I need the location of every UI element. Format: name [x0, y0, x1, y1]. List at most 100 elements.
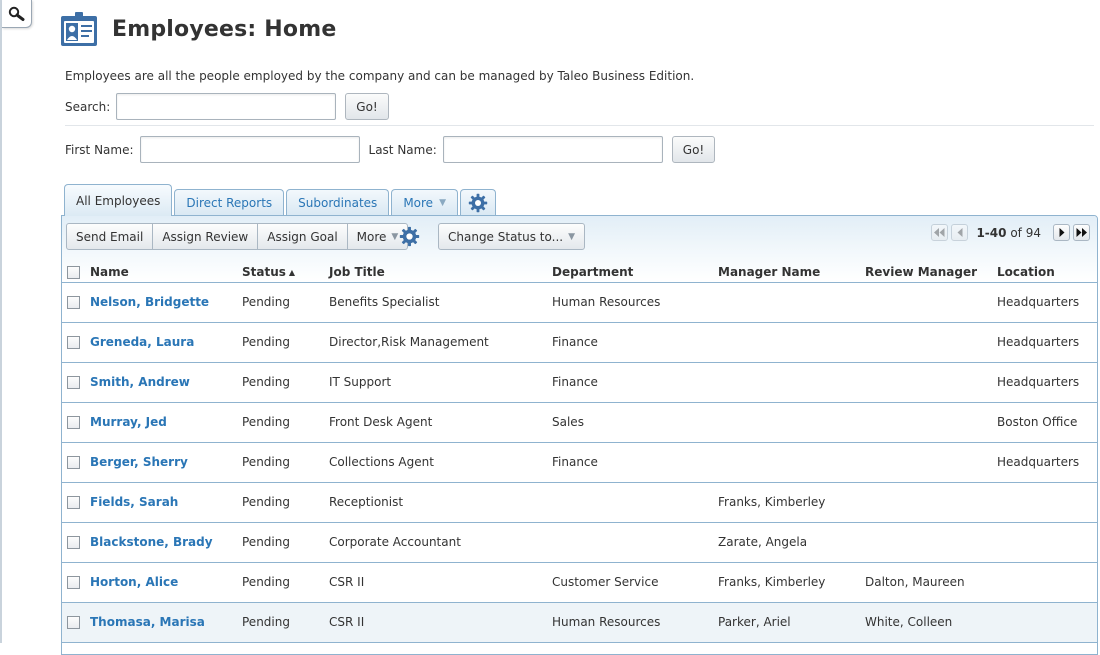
table-header-row: Name Status ▲ Job Title Department Manage…: [62, 261, 1097, 283]
employee-name-link[interactable]: Blackstone, Brady: [90, 535, 213, 549]
table-row: Smith, Andrew Pending IT Support Finance…: [62, 362, 1097, 403]
search-go-button[interactable]: Go!: [345, 93, 389, 120]
status-cell: Pending: [242, 522, 329, 563]
assign-goal-button[interactable]: Assign Goal: [258, 223, 348, 250]
table-row: Horton, Alice Pending CSR II Customer Se…: [62, 562, 1097, 603]
row-checkbox[interactable]: [67, 295, 80, 309]
employee-name-cell: Thomasa, Marisa: [90, 602, 242, 643]
employee-table: Name Status ▲ Job Title Department Manage…: [62, 261, 1097, 643]
select-all-checkbox[interactable]: [67, 265, 80, 279]
employee-name-cell: Smith, Andrew: [90, 362, 242, 403]
change-status-button[interactable]: Change Status to... ▼: [438, 223, 586, 250]
review-manager-cell: [865, 442, 997, 483]
employee-table-body: Nelson, Bridgette Pending Benefits Speci…: [62, 282, 1097, 643]
row-checkbox[interactable]: [67, 415, 80, 429]
next-page-button[interactable]: [1053, 224, 1070, 241]
row-checkbox[interactable]: [67, 455, 80, 469]
employee-tabs: All Employees Direct Reports Subordinate…: [64, 184, 498, 216]
chevron-down-icon: ▼: [439, 198, 446, 208]
department-cell: Finance: [552, 322, 718, 363]
row-checkbox[interactable]: [67, 575, 80, 589]
row-select-cell: [62, 442, 90, 483]
tab-more[interactable]: More ▼: [391, 189, 458, 216]
table-row: Fields, Sarah Pending Receptionist Frank…: [62, 482, 1097, 523]
next-page-icon: [1059, 228, 1064, 237]
search-label: Search:: [65, 99, 111, 114]
toolbar-settings-button[interactable]: [399, 226, 420, 250]
employee-name-link[interactable]: Nelson, Bridgette: [90, 295, 209, 309]
employee-name-link[interactable]: Thomasa, Marisa: [90, 615, 205, 629]
send-email-button[interactable]: Send Email: [66, 223, 154, 250]
assign-review-button[interactable]: Assign Review: [153, 223, 259, 250]
first-name-input[interactable]: [139, 136, 360, 163]
search-toggle-button[interactable]: [2, 0, 32, 28]
first-page-button[interactable]: [931, 224, 949, 241]
prev-page-button[interactable]: [951, 224, 969, 241]
column-location[interactable]: Location: [997, 261, 1097, 283]
manager-name-cell: [718, 362, 865, 403]
tab-all-employees[interactable]: All Employees: [64, 184, 173, 216]
row-checkbox[interactable]: [67, 615, 80, 629]
tab-subordinates[interactable]: Subordinates: [286, 189, 390, 216]
status-cell: Pending: [242, 282, 329, 323]
select-all-cell: [62, 261, 90, 283]
employee-name-link[interactable]: Smith, Andrew: [90, 375, 190, 389]
table-row: Thomasa, Marisa Pending CSR II Human Res…: [62, 602, 1097, 643]
column-review-manager[interactable]: Review Manager: [865, 261, 997, 283]
location-cell: [997, 562, 1097, 603]
table-row: Greneda, Laura Pending Director,Risk Man…: [62, 322, 1097, 363]
review-manager-cell: Dalton, Maureen: [865, 562, 997, 603]
tab-direct-reports[interactable]: Direct Reports: [174, 189, 285, 216]
row-select-cell: [62, 322, 90, 363]
pagination: 1-40 of 94: [928, 224, 1090, 241]
row-checkbox[interactable]: [67, 495, 80, 509]
chevron-down-icon: ▼: [568, 231, 576, 242]
job-title-cell: Corporate Accountant: [329, 522, 552, 563]
employee-name-cell: Berger, Sherry: [90, 442, 242, 483]
search-input[interactable]: [116, 93, 337, 120]
sort-ascending-icon: ▲: [288, 267, 296, 277]
page-title: Employees: Home: [112, 16, 337, 42]
manager-name-cell: Franks, Kimberley: [718, 482, 865, 523]
row-checkbox[interactable]: [67, 335, 80, 349]
employee-name-link[interactable]: Berger, Sherry: [90, 455, 188, 469]
location-cell: Headquarters: [997, 362, 1097, 403]
column-department[interactable]: Department: [552, 261, 718, 283]
gear-icon: [399, 226, 420, 247]
employee-name-link[interactable]: Murray, Jed: [90, 415, 167, 429]
department-cell: Human Resources: [552, 282, 718, 323]
name-search-go-button[interactable]: Go!: [671, 136, 716, 163]
tab-settings[interactable]: [459, 189, 496, 216]
row-select-cell: [62, 402, 90, 443]
row-checkbox[interactable]: [67, 375, 80, 389]
column-job-title[interactable]: Job Title: [329, 261, 552, 283]
department-cell: [552, 482, 718, 523]
employee-name-link[interactable]: Greneda, Laura: [90, 335, 194, 349]
column-manager-name[interactable]: Manager Name: [718, 261, 865, 283]
job-title-cell: CSR II: [329, 602, 552, 643]
manager-name-cell: Franks, Kimberley: [718, 562, 865, 603]
first-name-label: First Name:: [65, 142, 134, 157]
manager-name-cell: [718, 282, 865, 323]
column-name[interactable]: Name: [90, 261, 242, 283]
location-cell: Headquarters: [997, 282, 1097, 323]
manager-name-cell: Zarate, Angela: [718, 522, 865, 563]
job-title-cell: Collections Agent: [329, 442, 552, 483]
employee-badge-icon: [61, 12, 97, 46]
location-cell: Headquarters: [997, 442, 1097, 483]
column-status[interactable]: Status ▲: [242, 261, 329, 283]
row-select-cell: [62, 282, 90, 323]
employee-name-link[interactable]: Fields, Sarah: [90, 495, 178, 509]
row-checkbox[interactable]: [67, 535, 80, 549]
magnifier-icon: [8, 6, 24, 21]
chevron-down-icon: ▼: [391, 231, 399, 242]
last-name-label: Last Name:: [368, 142, 437, 157]
manager-name-cell: [718, 442, 865, 483]
last-page-button[interactable]: [1073, 224, 1090, 241]
row-select-cell: [62, 362, 90, 403]
employee-name-link[interactable]: Horton, Alice: [90, 575, 178, 589]
job-title-cell: IT Support: [329, 362, 552, 403]
employee-name-cell: Fields, Sarah: [90, 482, 242, 523]
last-name-input[interactable]: [442, 136, 663, 163]
row-select-cell: [62, 522, 90, 563]
